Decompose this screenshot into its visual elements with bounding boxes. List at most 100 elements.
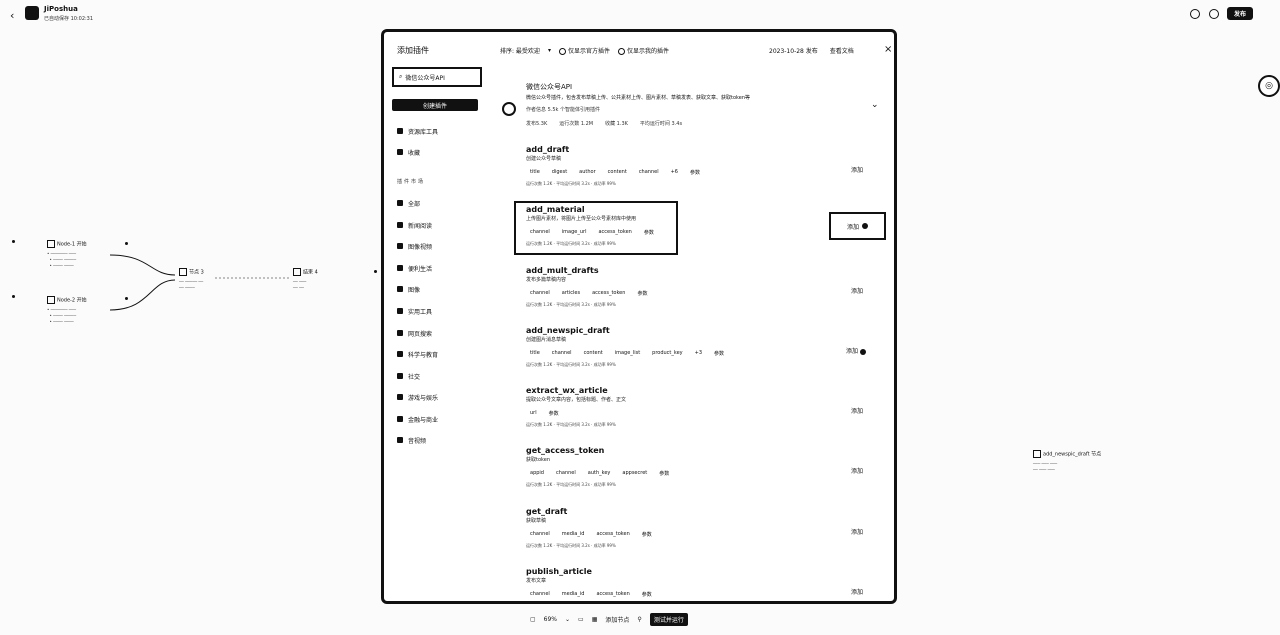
- science-icon: [397, 351, 403, 357]
- node-body: • ─────── ─── • ──── ───── • ──── ────: [47, 307, 77, 324]
- nav-item-finance[interactable]: 金融与商业: [397, 414, 438, 424]
- image-icon: [397, 243, 403, 249]
- zoom-level[interactable]: 69%: [544, 616, 557, 623]
- create-plugin-button[interactable]: 创建插件: [392, 99, 478, 111]
- node-label: add_newspic_draft 节点: [1043, 451, 1102, 458]
- nav-item-tools[interactable]: 实用工具: [397, 306, 432, 316]
- stat: 收藏 1.3K: [605, 121, 628, 127]
- stat: 平均运行时间 3.4s: [639, 121, 683, 127]
- audio-icon: [397, 437, 403, 443]
- tool-stats: 运行次数 1.2K · 平均运行时间 3.2s · 成功率 99%: [526, 181, 616, 186]
- tool-row: publish_article 发布文章 channel media_id ac…: [526, 567, 866, 601]
- comment-icon[interactable]: ▭: [578, 616, 584, 623]
- param: channel: [555, 470, 576, 476]
- nav-label: 全部: [408, 200, 421, 208]
- port-dot[interactable]: [12, 240, 15, 243]
- tool-stats: 运行次数 1.2K · 平均运行时间 3.2s · 成功率 99%: [526, 543, 616, 548]
- nav-item-picture[interactable]: 图像: [397, 284, 420, 294]
- plugin-stats: 发布5.3K 运行次数 1.2M 收藏 1.3K 平均运行时间 3.4s: [526, 120, 866, 127]
- tool-row: get_draft 获取草稿 channel media_id access_t…: [526, 507, 866, 562]
- tool-row: add_draft 创建公众号草稿 title digest author co…: [526, 145, 866, 200]
- search-input[interactable]: ⌕ 微信公众号API: [392, 67, 482, 87]
- add-tool-button[interactable]: 添加: [851, 286, 863, 295]
- tool-stats: 运行次数 1.2K · 平均运行时间 3.2s · 成功率 99%: [526, 302, 616, 307]
- param: image_url: [561, 229, 587, 235]
- add-tool-button[interactable]: 添加: [851, 466, 863, 475]
- radio-icon: [617, 48, 625, 55]
- param: title: [530, 350, 540, 356]
- param: title: [530, 169, 540, 175]
- radio-label: 仅显示我的插件: [626, 48, 669, 55]
- debug-icon[interactable]: ⚲: [637, 616, 641, 623]
- param: 参数: [641, 532, 652, 538]
- docs-link[interactable]: 查看文档: [830, 46, 854, 55]
- tool-desc: 创建图片消息草稿: [526, 337, 567, 343]
- tool-row: add_material 上传图片素材，将图片上传至公众号素材库中使用 chan…: [526, 205, 866, 260]
- plugin-name: 微信公众号API: [526, 83, 573, 91]
- nav-item-all[interactable]: 全部: [397, 198, 420, 208]
- port-dot[interactable]: [374, 270, 377, 273]
- tool-desc: 提取公众号文章内容，包括标题、作者、正文: [526, 397, 627, 403]
- layout-icon[interactable]: ▦: [592, 616, 598, 623]
- nav-item-games[interactable]: 游戏与娱乐: [397, 392, 438, 402]
- modal-title: 添加插件: [397, 46, 429, 55]
- add-plugin-modal: 添加插件 × ⌕ 微信公众号API 创建插件 资源库工具 收藏 插件市场 全部 …: [381, 29, 897, 604]
- nav-label: 金融与商业: [408, 416, 439, 424]
- official-only-radio[interactable]: 仅显示官方插件: [558, 46, 610, 55]
- workflow-node[interactable]: Node-1 开始 • ─────── ─── • ──── ───── • ─…: [47, 240, 87, 269]
- param: image_list: [614, 350, 641, 356]
- run-button[interactable]: 测试并运行: [649, 612, 688, 626]
- nav-item-social[interactable]: 社交: [397, 371, 420, 381]
- expand-chevron-icon[interactable]: ⌄: [871, 100, 879, 110]
- nav-item-news[interactable]: 新闻阅读: [397, 220, 432, 230]
- nav-label: 收藏: [408, 149, 421, 157]
- param: access_token: [596, 591, 630, 597]
- nav-item-audio[interactable]: 音视频: [397, 435, 426, 445]
- node-icon: [179, 268, 187, 276]
- nav-item-library[interactable]: 资源库工具: [397, 126, 438, 136]
- publish-date: 2023-10-28 发布: [769, 48, 818, 55]
- port-dot[interactable]: [125, 242, 128, 245]
- param: media_id: [561, 591, 585, 597]
- tool-desc: 上传图片素材，将图片上传至公众号素材库中使用: [526, 216, 637, 222]
- workflow-node[interactable]: 结束 4 ── ─── ── ──: [293, 268, 318, 291]
- add-node-button[interactable]: 添加节点: [605, 615, 629, 624]
- port-dot[interactable]: [125, 297, 128, 300]
- node-body: ─── ─── ─── ── ─── ───: [1033, 461, 1058, 472]
- chevron-down-icon[interactable]: ⌄: [565, 616, 570, 623]
- param: 参数: [641, 592, 652, 598]
- workflow-node[interactable]: 节点 3 ── ───── ── ── ────: [179, 268, 204, 291]
- add-tool-button[interactable]: 添加: [851, 406, 863, 415]
- add-tool-button[interactable]: 添加: [851, 527, 863, 536]
- tool-params: title digest author content channel +6 参…: [530, 169, 700, 176]
- add-tool-button[interactable]: 添加: [851, 587, 863, 596]
- workflow-node[interactable]: Node-2 开始 • ─────── ─── • ──── ───── • ─…: [47, 296, 87, 325]
- nav-item-life[interactable]: 便利生活: [397, 263, 432, 273]
- param: digest: [551, 169, 568, 175]
- nav-item-web[interactable]: 网页搜索: [397, 328, 432, 338]
- nav-label: 便利生活: [408, 265, 433, 273]
- add-tool-button[interactable]: 添加: [846, 346, 866, 355]
- nav-item-science[interactable]: 科学与教育: [397, 349, 438, 359]
- nav-heading: 插件市场: [397, 179, 426, 185]
- nav-item-favorites[interactable]: 收藏: [397, 147, 420, 157]
- favorites-only-radio[interactable]: 仅显示我的插件: [617, 46, 669, 55]
- node-label: 节点 3: [189, 269, 204, 276]
- close-icon[interactable]: ×: [884, 44, 892, 55]
- workflow-node[interactable]: add_newspic_draft 节点 ─── ─── ─── ── ─── ─…: [1033, 450, 1101, 473]
- add-tool-button[interactable]: 添加: [851, 165, 863, 174]
- param: channel: [530, 531, 550, 537]
- search-value: 微信公众号API: [405, 74, 445, 82]
- tool-name: add_newspic_draft: [526, 326, 610, 335]
- port-dot[interactable]: [12, 295, 15, 298]
- sort-select[interactable]: 排序: 最受欢迎: [500, 46, 540, 55]
- nav-item-video[interactable]: 图像视频: [397, 241, 432, 251]
- tool-desc: 发布多篇草稿内容: [526, 277, 567, 283]
- param: appsecret: [622, 470, 648, 476]
- chevron-down-icon: ▾: [547, 47, 551, 54]
- param: articles: [561, 290, 581, 296]
- param: 参数: [548, 411, 559, 417]
- param: channel: [530, 229, 550, 235]
- tool-name: get_access_token: [526, 446, 605, 455]
- pointer-icon[interactable]: ▢: [530, 616, 536, 623]
